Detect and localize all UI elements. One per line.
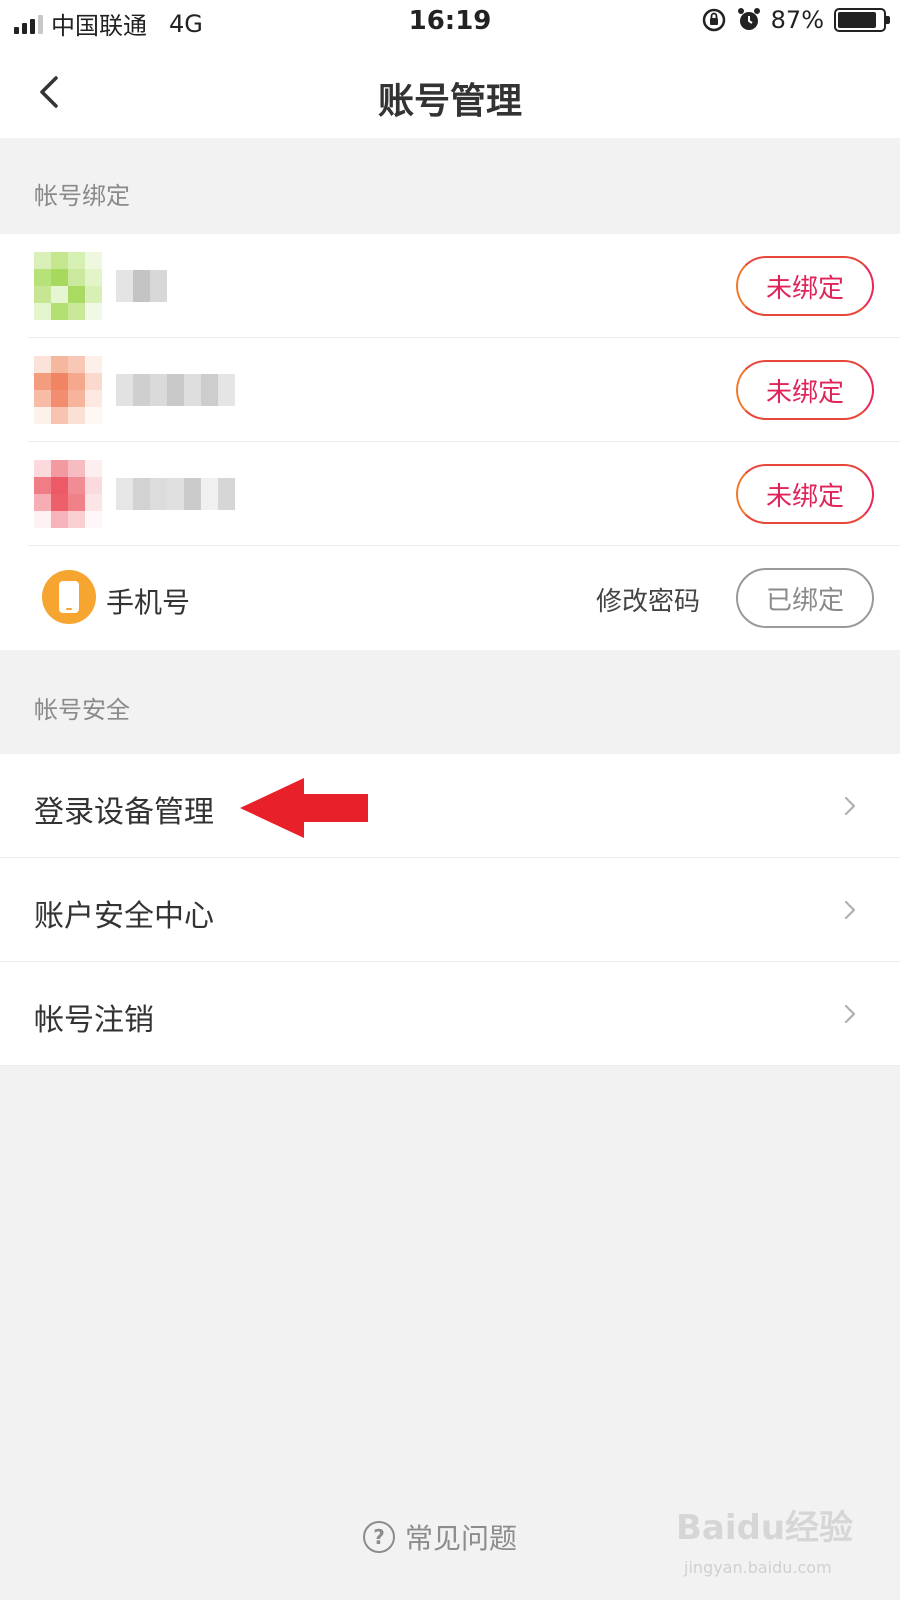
status-left: 中国联通 4G xyxy=(14,6,203,41)
menu-item-label: 帐号注销 xyxy=(34,1003,154,1038)
carrier-name: 中国联通 xyxy=(51,12,147,40)
battery-icon xyxy=(834,8,890,32)
menu-item-label: 账户安全中心 xyxy=(34,899,214,934)
blurred-account-name xyxy=(116,270,167,302)
annotation-arrow xyxy=(240,778,368,838)
binding-list: 未绑定 未绑定 未绑定 手机号 修改密码 已绑定 xyxy=(0,234,900,650)
chevron-right-icon xyxy=(844,796,856,816)
change-password-link[interactable]: 修改密码 xyxy=(596,581,700,618)
watermark-main: Baidu经验 xyxy=(676,1508,854,1548)
nav-bar: 账号管理 xyxy=(0,46,900,138)
section-title-binding: 帐号绑定 xyxy=(34,182,130,210)
bound-status-button[interactable]: 已绑定 xyxy=(736,568,874,628)
status-right: 87% xyxy=(701,6,890,34)
blurred-avatar xyxy=(34,356,102,424)
phone-label: 手机号 xyxy=(106,586,191,619)
menu-item-account-cancel[interactable]: 帐号注销 xyxy=(0,962,900,1066)
watermark-sub: jingyan.baidu.com xyxy=(684,1558,832,1577)
alarm-icon xyxy=(737,8,760,30)
signal-icon xyxy=(14,14,43,34)
security-list: 登录设备管理 账户安全中心 帐号注销 xyxy=(0,754,900,1066)
battery-fill xyxy=(838,12,877,28)
back-button[interactable] xyxy=(24,66,74,118)
menu-item-login-devices[interactable]: 登录设备管理 xyxy=(0,754,900,858)
blurred-account-name xyxy=(116,478,235,510)
menu-item-security-center[interactable]: 账户安全中心 xyxy=(0,858,900,962)
faq-link[interactable]: ? 常见问题 xyxy=(363,1517,517,1557)
bind-button[interactable]: 未绑定 xyxy=(736,256,874,316)
phone-row: 手机号 修改密码 已绑定 xyxy=(0,546,900,650)
menu-item-label: 登录设备管理 xyxy=(34,795,214,830)
status-bar: 中国联通 4G 16:19 87% xyxy=(0,0,900,46)
chevron-right-icon xyxy=(844,1004,856,1024)
bind-button[interactable]: 未绑定 xyxy=(736,464,874,524)
baidu-watermark: Baidu经验 jingyan.baidu.com xyxy=(676,1500,856,1590)
chevron-left-icon xyxy=(40,76,58,108)
bound-account-row: 未绑定 xyxy=(0,234,900,338)
bind-button[interactable]: 未绑定 xyxy=(736,360,874,420)
bound-account-row: 未绑定 xyxy=(0,338,900,442)
battery-percent: 87% xyxy=(770,6,824,34)
bound-account-row: 未绑定 xyxy=(0,442,900,546)
section-header-binding: 帐号绑定 xyxy=(0,138,900,234)
faq-label: 常见问题 xyxy=(405,1522,518,1555)
blurred-avatar xyxy=(34,460,102,528)
chevron-right-icon xyxy=(844,900,856,920)
section-title-security: 帐号安全 xyxy=(34,696,130,724)
page-title: 账号管理 xyxy=(377,81,522,122)
orientation-lock-icon xyxy=(702,8,725,32)
section-header-security: 帐号安全 xyxy=(0,650,900,754)
blurred-avatar xyxy=(34,252,102,320)
question-icon: ? xyxy=(363,1521,395,1553)
network-type: 4G xyxy=(169,9,203,38)
phone-icon xyxy=(42,570,96,624)
blurred-account-name xyxy=(116,374,235,406)
